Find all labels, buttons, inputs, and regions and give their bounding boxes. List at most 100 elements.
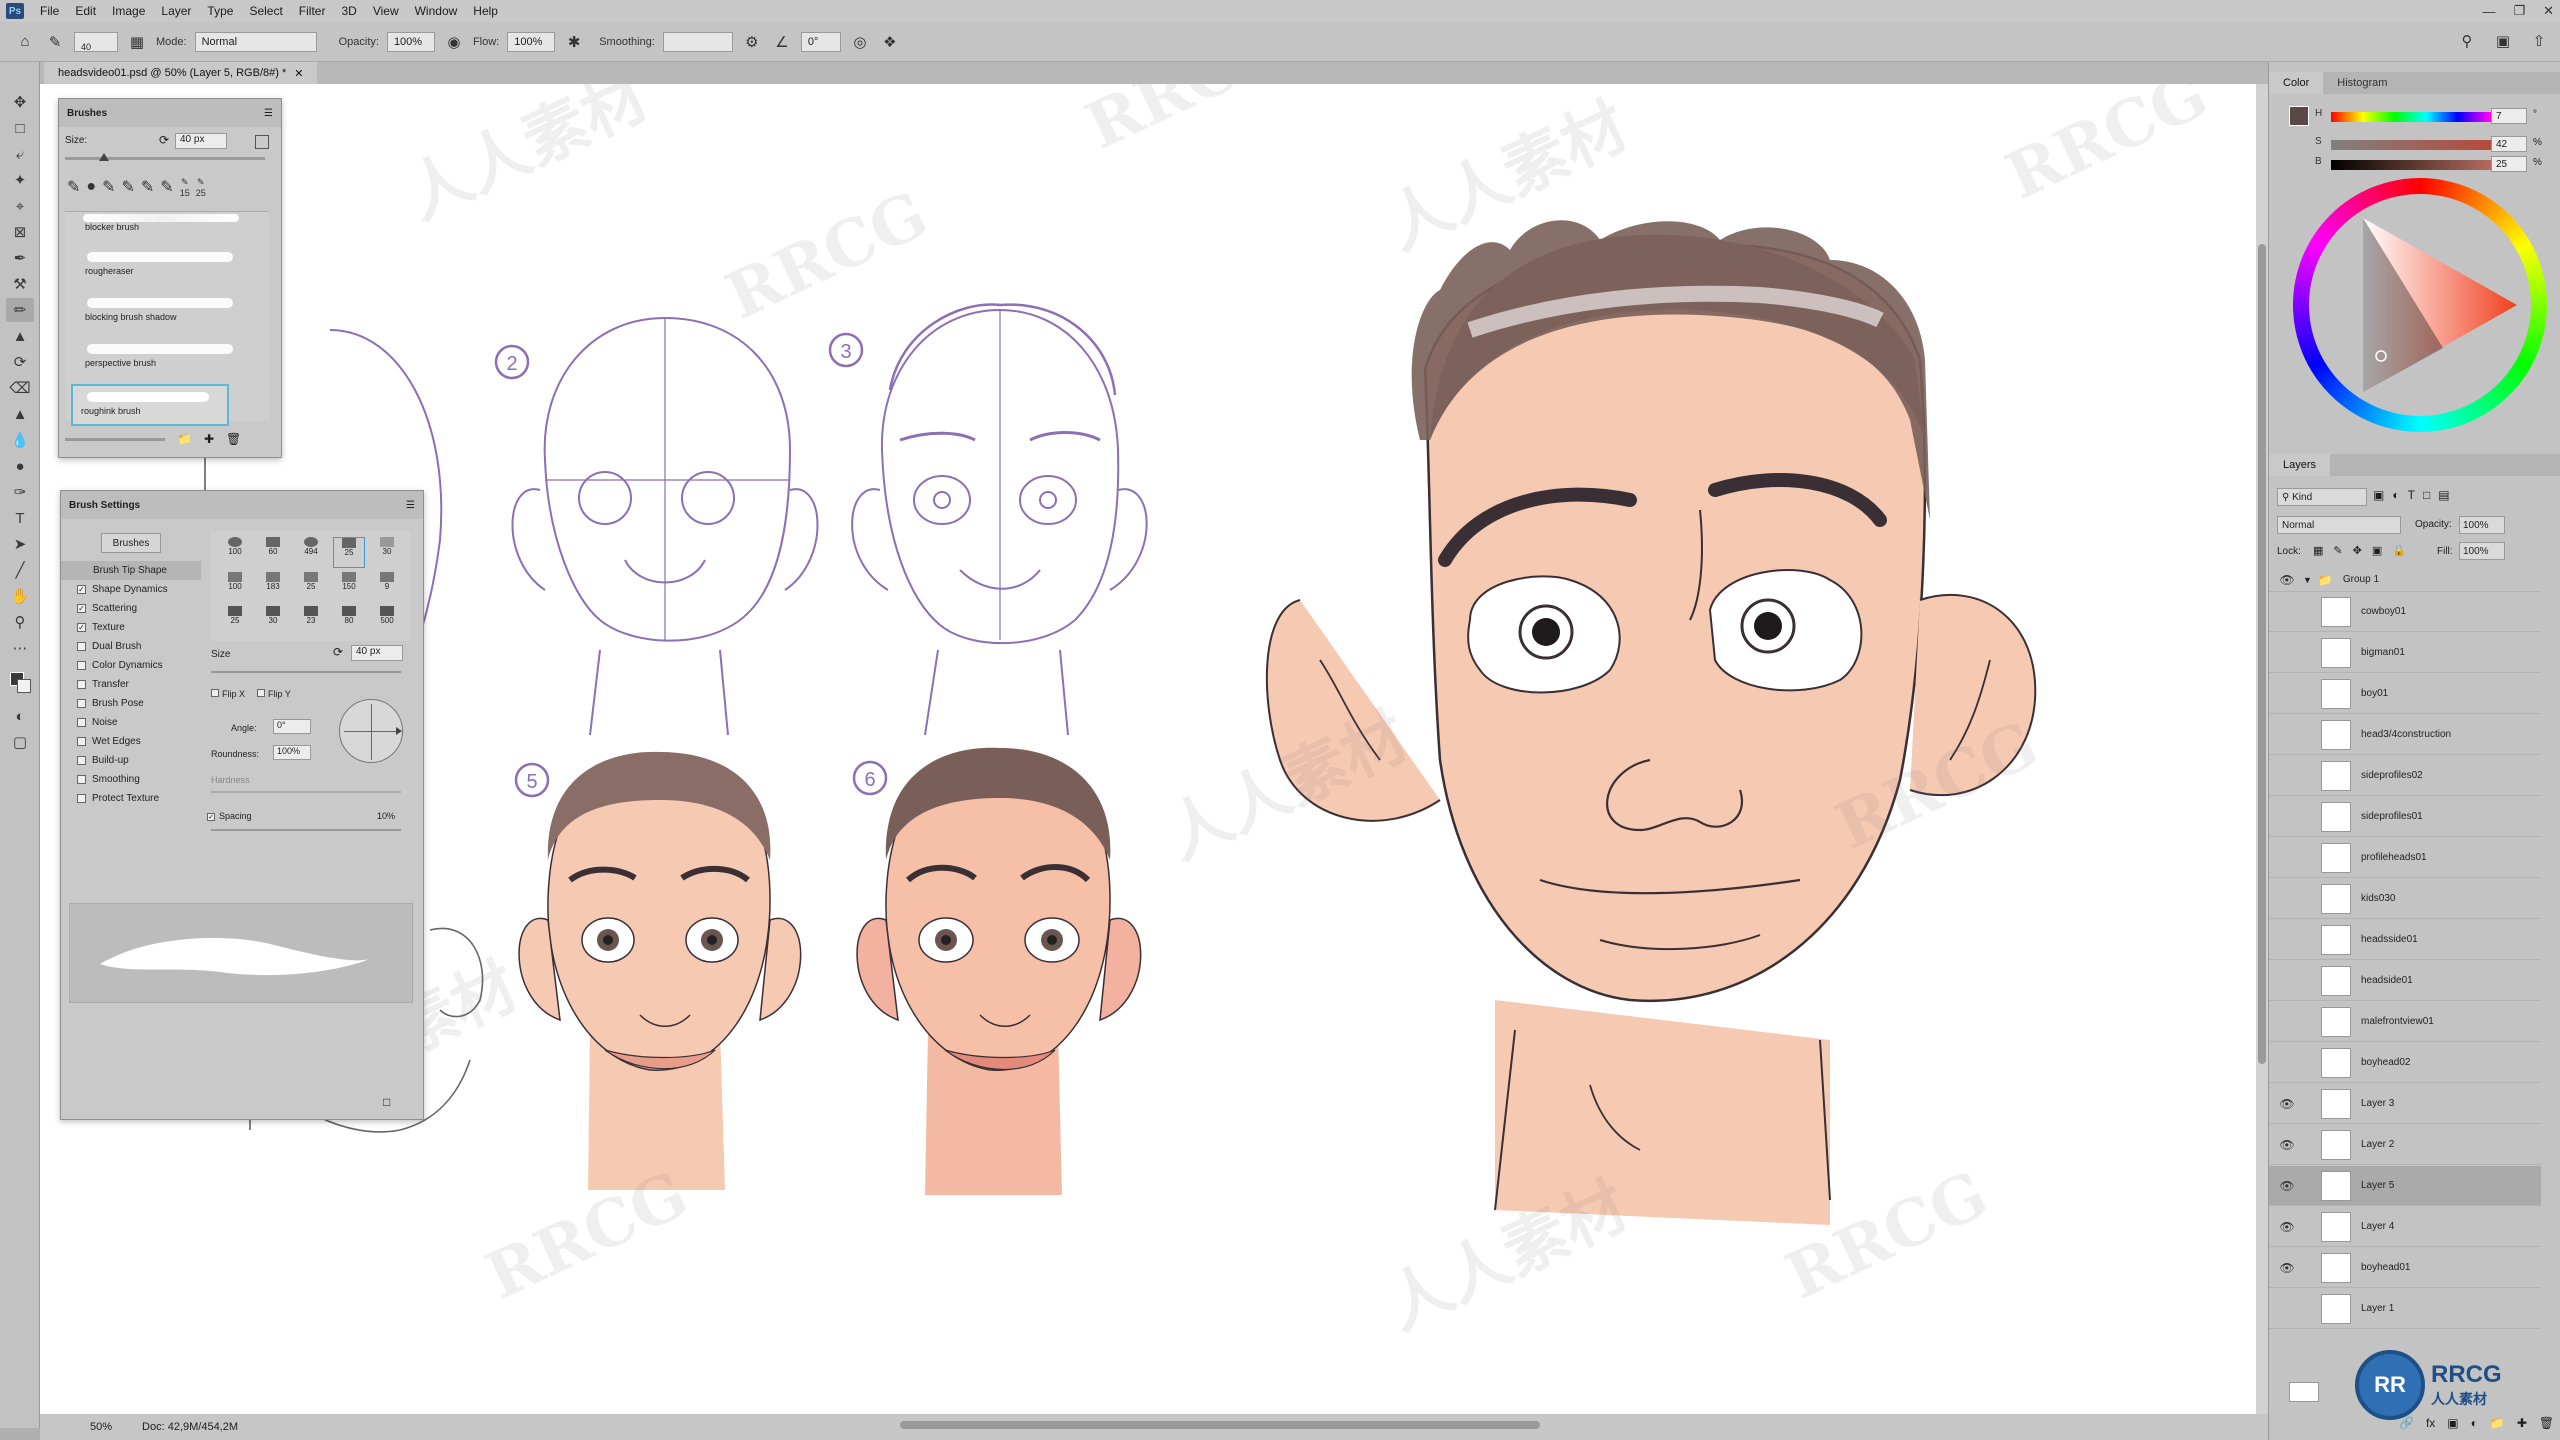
layer-row[interactable]: boy01 <box>2269 674 2541 714</box>
layer-row[interactable]: profileheads01 <box>2269 838 2541 878</box>
create-brush-icon[interactable]: □ <box>383 1095 390 1109</box>
lock-position-icon[interactable]: ✥ <box>2353 544 2362 557</box>
bottom-layer-thumbnail[interactable] <box>2289 1382 2319 1402</box>
checkbox[interactable] <box>77 775 86 784</box>
close-tab-icon[interactable]: ✕ <box>294 67 303 80</box>
dodge-tool-icon[interactable]: ● <box>6 454 34 478</box>
brush-preset-picker[interactable]: 40 <box>74 31 118 52</box>
tip-cell[interactable]: 60 <box>257 537 289 568</box>
airbrush-icon[interactable]: ✱ <box>563 31 585 53</box>
document-canvas[interactable]: 2 3 5 6 人人素材 RRCG 人人素材 RRCG RRCG 人人素材 RR… <box>40 84 2268 1414</box>
menu-filter[interactable]: Filter <box>291 4 334 18</box>
checkbox[interactable]: ✓ <box>77 585 86 594</box>
flip-y-option[interactable]: Flip Y <box>257 689 291 699</box>
checkbox[interactable] <box>77 718 86 727</box>
move-tool-icon[interactable]: ✥ <box>6 90 34 114</box>
vertical-scrollbar[interactable] <box>2256 84 2268 1414</box>
healing-tool-icon[interactable]: ⚒ <box>6 272 34 296</box>
share-icon[interactable]: ⇧ <box>2528 30 2550 52</box>
option-protect-texture[interactable]: Protect Texture <box>61 789 201 808</box>
visibility-eye-icon[interactable] <box>2277 1056 2297 1070</box>
new-brush-icon[interactable] <box>255 135 269 149</box>
tab-color[interactable]: Color <box>2269 72 2324 94</box>
layer-row[interactable]: 👁 Layer 5 <box>2269 1166 2541 1206</box>
angle-icon[interactable]: ∠ <box>771 31 793 53</box>
color-triangle[interactable] <box>2293 178 2547 432</box>
tip-cell[interactable]: 23 <box>295 605 327 635</box>
option-brush-tip-shape[interactable]: Brush Tip Shape <box>61 561 201 580</box>
layer-row[interactable]: 👁 Layer 3 <box>2269 1084 2541 1124</box>
folder-icon[interactable]: 📁 <box>177 432 192 446</box>
checkbox[interactable]: ✓ <box>77 623 86 632</box>
brush-tip-icon[interactable]: ✎ <box>160 177 173 197</box>
frame-tool-icon[interactable]: ⊠ <box>6 220 34 244</box>
tip-cell[interactable]: 150 <box>333 572 365 601</box>
horizontal-scroll-thumb[interactable] <box>900 1421 1540 1429</box>
layer-row[interactable]: kids030 <box>2269 879 2541 919</box>
layer-row[interactable]: 👁 Layer 2 <box>2269 1125 2541 1165</box>
option-shape-dynamics[interactable]: ✓ Shape Dynamics <box>61 580 201 599</box>
pen-tool-icon[interactable]: ✑ <box>6 480 34 504</box>
layer-row[interactable]: headsside01 <box>2269 920 2541 960</box>
lock-transparent-icon[interactable]: ▦ <box>2313 544 2323 557</box>
hardness-slider[interactable] <box>211 791 401 793</box>
brushes-button[interactable]: Brushes <box>101 533 161 553</box>
workspace-icon[interactable]: ▣ <box>2492 30 2514 52</box>
tip-size-slider[interactable] <box>211 671 401 673</box>
brushes-size-slider[interactable] <box>65 153 265 161</box>
tab-layers[interactable]: Layers <box>2269 454 2331 476</box>
opacity-input[interactable]: 100% <box>386 31 435 52</box>
visibility-eye-icon[interactable] <box>2277 892 2297 906</box>
adjustment-filter-icon[interactable]: ◐ <box>2392 488 2399 502</box>
layer-row[interactable]: head3/4construction <box>2269 715 2541 755</box>
mode-select[interactable]: Normal <box>194 31 317 52</box>
brush-preset-item[interactable]: rougheraser <box>71 246 251 290</box>
checkbox[interactable]: ✓ <box>77 604 86 613</box>
menu-select[interactable]: Select <box>241 4 290 18</box>
checkbox[interactable] <box>77 794 86 803</box>
tip-cell[interactable]: 500 <box>371 605 403 635</box>
panel-menu-icon[interactable]: ☰ <box>406 500 415 511</box>
visibility-eye-icon[interactable] <box>2277 1015 2297 1029</box>
smart-filter-icon[interactable]: ▤ <box>2438 488 2449 502</box>
layer-row[interactable]: cowboy01 <box>2269 592 2541 632</box>
brush-tool-preset-icon[interactable]: ✎ <box>44 31 66 53</box>
visibility-eye-icon[interactable] <box>2277 810 2297 824</box>
stamp-tool-icon[interactable]: ▲ <box>6 324 34 348</box>
marquee-tool-icon[interactable]: □ <box>6 116 34 140</box>
close-icon[interactable]: ✕ <box>2543 3 2554 19</box>
crop-tool-icon[interactable]: ⌖ <box>6 194 34 218</box>
path-selection-tool-icon[interactable]: ➤ <box>6 532 34 556</box>
flip-x-option[interactable]: Flip X <box>211 689 245 699</box>
brush-tip-15[interactable]: ✎ 15 <box>180 177 190 198</box>
tip-cell[interactable]: 100 <box>219 537 251 568</box>
option-smoothing[interactable]: Smoothing <box>61 770 201 789</box>
pixel-filter-icon[interactable]: ▣ <box>2373 488 2384 502</box>
lock-all-icon[interactable]: 🔒 <box>2392 544 2406 557</box>
menu-image[interactable]: Image <box>104 4 153 18</box>
tip-cell-selected[interactable]: 25 <box>333 537 365 569</box>
layer-row[interactable]: sideprofiles01 <box>2269 797 2541 837</box>
line-tool-icon[interactable]: ╱ <box>6 558 34 582</box>
checkbox[interactable] <box>77 756 86 765</box>
layer-row[interactable]: bigman01 <box>2269 633 2541 673</box>
visibility-eye-icon[interactable] <box>2277 728 2297 742</box>
checkbox[interactable]: ✓ <box>207 813 215 821</box>
option-dual-brush[interactable]: Dual Brush <box>61 637 201 656</box>
visibility-eye-icon[interactable] <box>2277 1302 2297 1316</box>
layer-row[interactable]: 👁 Layer 4 <box>2269 1207 2541 1247</box>
chevron-down-icon[interactable]: ▼ <box>2303 575 2312 585</box>
menu-type[interactable]: Type <box>199 4 241 18</box>
tab-histogram[interactable]: Histogram <box>2323 72 2401 94</box>
visibility-eye-icon[interactable] <box>2277 974 2297 988</box>
checkbox[interactable] <box>77 642 86 651</box>
blend-mode-select[interactable]: Normal <box>2277 516 2401 534</box>
layer-row[interactable]: headside01 <box>2269 961 2541 1001</box>
tip-cell[interactable]: 9 <box>371 572 403 601</box>
checkbox[interactable] <box>77 680 86 689</box>
option-transfer[interactable]: Transfer <box>61 675 201 694</box>
eyedropper-tool-icon[interactable]: ✒ <box>6 246 34 270</box>
brush-settings-toggle-icon[interactable]: ▦ <box>126 31 148 53</box>
color-wheel[interactable] <box>2293 178 2547 432</box>
flow-input[interactable]: 100% <box>507 31 556 52</box>
